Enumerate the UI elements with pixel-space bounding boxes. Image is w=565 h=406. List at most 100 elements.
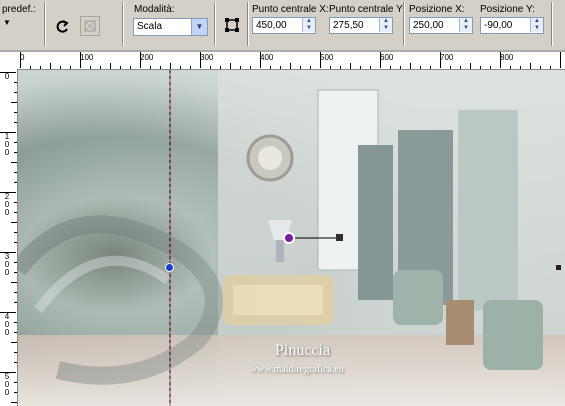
ruler-h-tick <box>180 66 181 69</box>
ruler-v-tick <box>14 82 17 83</box>
ruler-h-tick <box>440 52 441 68</box>
ruler-v-tick <box>11 102 17 103</box>
position-y-field[interactable]: -90,00 ▲ ▼ <box>480 17 544 34</box>
ruler-v-tick <box>14 242 17 243</box>
ruler-v-tick <box>14 382 17 383</box>
vertical-ruler: 0 100 200 300 400 500 <box>0 69 18 406</box>
center-x-field[interactable]: 450,00 ▲ ▼ <box>252 17 316 34</box>
position-point-marker[interactable] <box>165 263 174 272</box>
reset-transform-button[interactable] <box>52 16 72 36</box>
ruler-v-tick <box>14 112 17 113</box>
ruler-v-label-400: 400 <box>4 312 10 337</box>
center-y-field[interactable]: 275,50 ▲ ▼ <box>329 17 393 34</box>
ruler-v-tick <box>14 142 17 143</box>
ruler-h-tick <box>520 66 521 69</box>
mode-select[interactable]: Scala ▼ <box>133 18 208 36</box>
ruler-h-tick <box>510 66 511 69</box>
center-y-up-arrow-icon[interactable]: ▲ <box>379 18 392 25</box>
mode-label: Modalità: <box>134 4 175 15</box>
ruler-v-tick <box>14 292 17 293</box>
ruler-h-tick <box>20 52 21 68</box>
center-x-up-arrow-icon[interactable]: ▲ <box>302 18 315 25</box>
ruler-h-label-800: 800 <box>500 53 514 62</box>
ruler-h-tick <box>220 66 221 69</box>
ruler-v-label-300: 300 <box>4 252 10 277</box>
deform-icon <box>84 20 96 32</box>
ruler-v-tick <box>14 302 17 303</box>
ruler-h-label-100: 100 <box>80 53 94 62</box>
ruler-h-tick <box>100 66 101 69</box>
transform-mode-button[interactable] <box>222 15 242 35</box>
ruler-h-tick <box>480 66 481 69</box>
image-canvas[interactable]: Pinuccia www.maidiregrafica.eu <box>18 70 565 406</box>
ruler-h-tick <box>390 66 391 69</box>
ruler-h-tick <box>120 66 121 69</box>
ruler-h-tick <box>540 66 541 69</box>
ruler-h-tick <box>360 66 361 69</box>
ruler-h-label-200: 200 <box>140 53 154 62</box>
ruler-v-label-0: 0 <box>4 72 10 81</box>
ruler-h-label-600: 600 <box>380 53 394 62</box>
ruler-v-tick <box>14 362 17 363</box>
position-x-field[interactable]: 250,00 ▲ ▼ <box>409 17 473 34</box>
ruler-v-tick <box>11 282 17 283</box>
ruler-v-tick <box>0 312 16 313</box>
ruler-v-tick <box>14 262 17 263</box>
position-y-down-arrow-icon[interactable]: ▼ <box>530 25 543 32</box>
ruler-h-tick <box>150 66 151 69</box>
presets-label: predef.: <box>2 4 36 15</box>
presets-dropdown-icon[interactable]: ▼ <box>3 18 11 27</box>
presets-group: predef.: ▼ <box>0 0 50 48</box>
ruler-h-tick <box>560 52 561 68</box>
ruler-h-tick <box>260 52 261 68</box>
ruler-v-tick <box>14 332 17 333</box>
apply-button[interactable] <box>80 16 100 36</box>
horizontal-ruler: 0 100 200 300 400 500 600 700 800 <box>0 52 565 70</box>
center-point-marker[interactable] <box>283 232 295 244</box>
ruler-v-tick <box>14 232 17 233</box>
ruler-v-tick <box>11 222 17 223</box>
position-x-value: 250,00 <box>413 20 444 31</box>
ruler-h-tick <box>250 66 251 69</box>
ruler-h-tick <box>50 63 51 69</box>
ruler-v-tick <box>11 402 17 403</box>
ruler-v-tick <box>0 372 16 373</box>
ruler-v-tick <box>14 272 17 273</box>
ruler-h-tick <box>530 63 531 69</box>
ruler-h-tick <box>460 66 461 69</box>
ruler-v-label-100: 100 <box>4 132 10 157</box>
center-y-down-arrow-icon[interactable]: ▼ <box>379 25 392 32</box>
ruler-h-tick <box>30 66 31 69</box>
ruler-h-tick <box>400 66 401 69</box>
ruler-h-label-300: 300 <box>200 53 214 62</box>
position-y-up-arrow-icon[interactable]: ▲ <box>530 18 543 25</box>
ruler-h-tick <box>410 63 411 69</box>
ruler-h-tick <box>350 63 351 69</box>
ruler-v-tick <box>0 252 16 253</box>
ruler-h-tick <box>170 63 171 69</box>
center-x-down-arrow-icon[interactable]: ▼ <box>302 25 315 32</box>
ruler-h-tick <box>320 52 321 68</box>
tool-options-bar: predef.: ▼ Modalità: Scala ▼ Punto centr… <box>0 0 565 51</box>
ruler-h-tick <box>450 66 451 69</box>
ruler-v-tick <box>14 322 17 323</box>
ruler-h-tick <box>340 66 341 69</box>
position-x-up-arrow-icon[interactable]: ▲ <box>459 18 472 25</box>
ruler-h-tick <box>380 52 381 68</box>
position-y-value: -90,00 <box>484 20 513 31</box>
ruler-h-tick <box>70 66 71 69</box>
ruler-h-tick <box>40 66 41 69</box>
ruler-h-tick <box>310 66 311 69</box>
ruler-h-tick <box>550 66 551 69</box>
ruler-h-tick <box>200 52 201 68</box>
ruler-h-tick <box>90 66 91 69</box>
ruler-h-label-400: 400 <box>260 53 274 62</box>
position-x-down-arrow-icon[interactable]: ▼ <box>459 25 472 32</box>
chevron-down-icon[interactable]: ▼ <box>191 19 207 35</box>
ruler-v-label-200: 200 <box>4 192 10 217</box>
center-x-value: 450,00 <box>256 20 287 31</box>
ruler-v-tick <box>11 342 17 343</box>
ruler-v-tick <box>14 202 17 203</box>
position-x-label: Posizione X: <box>409 4 465 15</box>
ruler-h-tick <box>80 52 81 68</box>
